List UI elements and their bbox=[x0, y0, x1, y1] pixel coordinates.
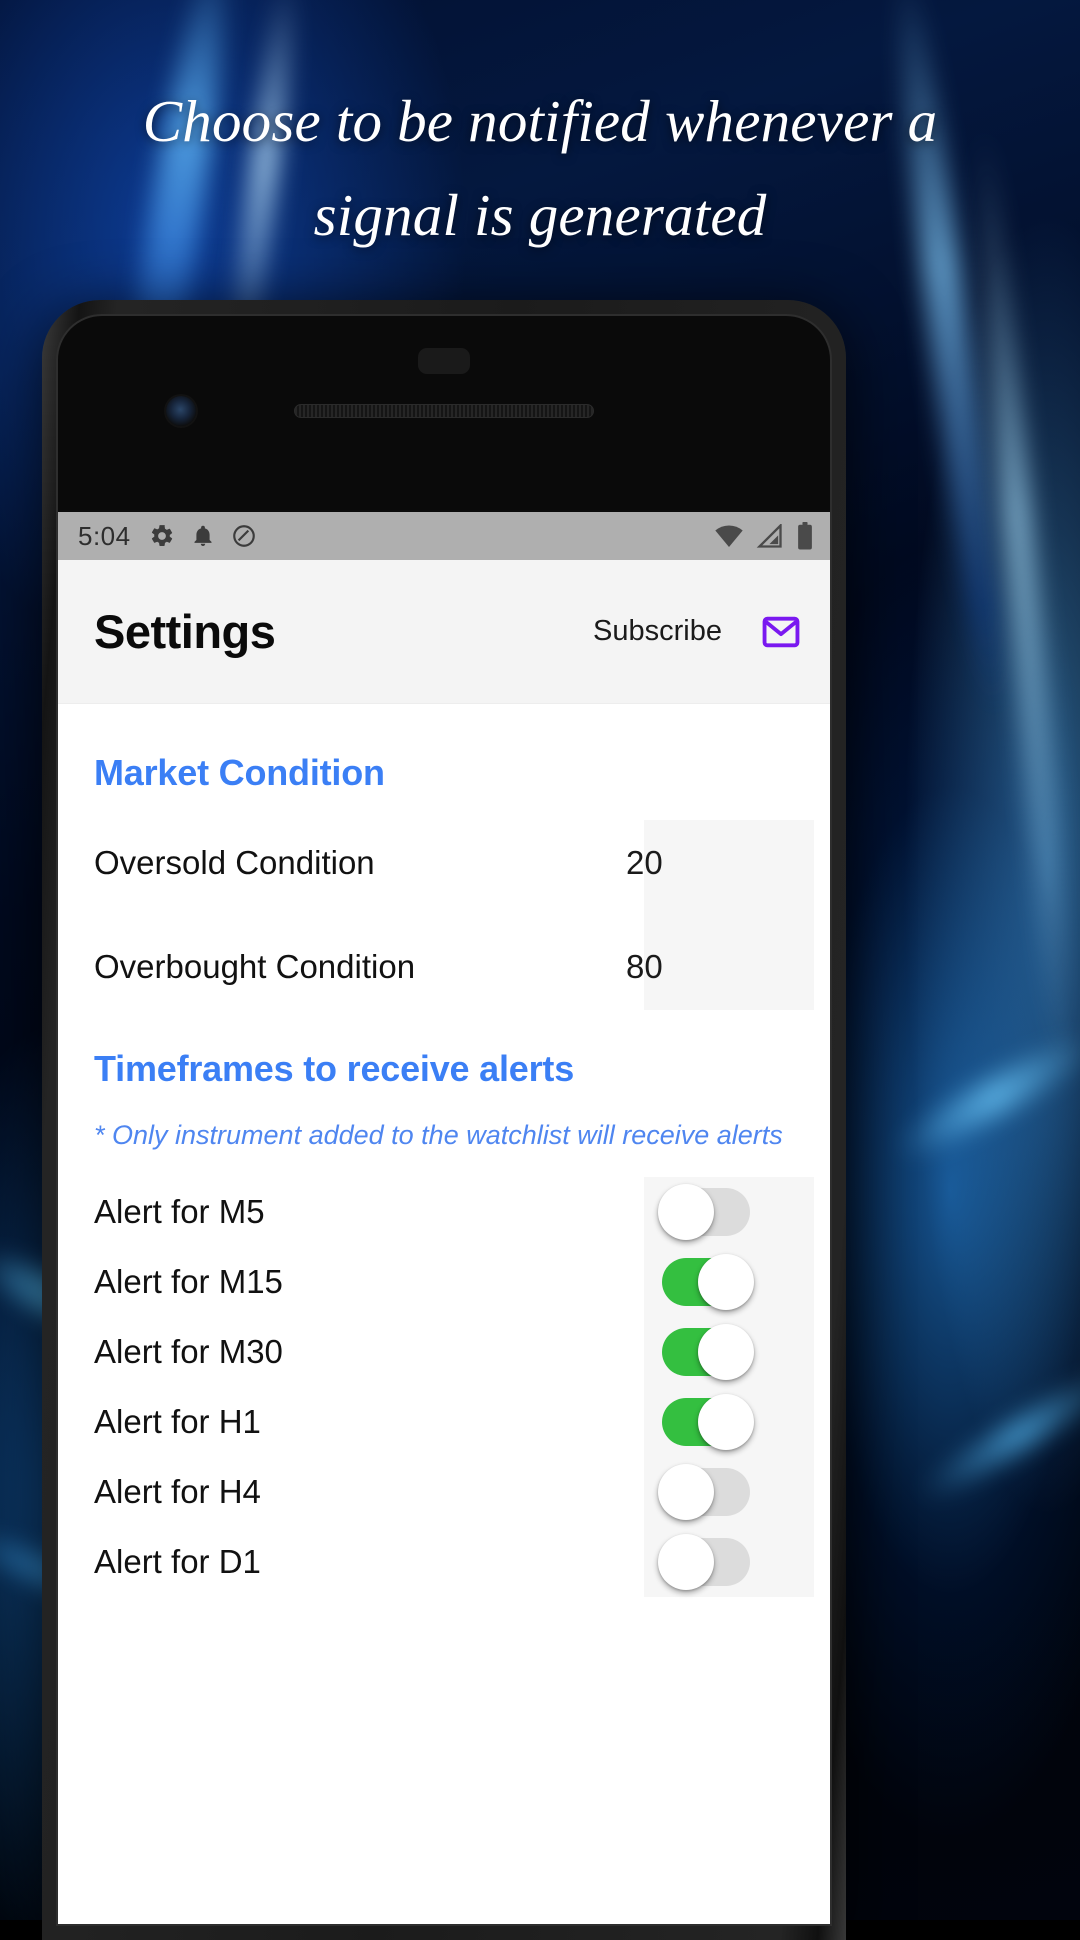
toggle-knob bbox=[658, 1464, 714, 1520]
alert-timeframe-rows: Alert for M5 Alert for M15 Alert for M30 bbox=[58, 1177, 830, 1597]
toggle-alert-h1[interactable] bbox=[662, 1394, 754, 1450]
table-row[interactable]: Oversold Condition 20 bbox=[58, 820, 830, 906]
status-bar-clock: 5:04 bbox=[78, 520, 131, 551]
watchlist-note: * Only instrument added to the watchlist… bbox=[94, 1120, 783, 1150]
oversold-condition-value[interactable]: 20 bbox=[624, 844, 794, 882]
toggle-alert-d1[interactable] bbox=[658, 1534, 750, 1590]
do-not-disturb-icon bbox=[231, 523, 257, 549]
gear-icon bbox=[149, 523, 175, 549]
section-title-market-condition: Market Condition bbox=[94, 752, 385, 793]
proximity-sensor-icon bbox=[418, 348, 470, 374]
toggle-alert-h4[interactable] bbox=[658, 1464, 750, 1520]
toggle-knob bbox=[658, 1534, 714, 1590]
section-title-timeframes: Timeframes to receive alerts bbox=[94, 1048, 575, 1089]
toggle-knob bbox=[698, 1254, 754, 1310]
list-item[interactable]: Alert for M30 bbox=[58, 1317, 830, 1387]
toggle-alert-m15[interactable] bbox=[662, 1254, 754, 1310]
toggle-alert-m30[interactable] bbox=[662, 1324, 754, 1380]
battery-icon bbox=[796, 522, 814, 550]
toggle-knob bbox=[698, 1324, 754, 1380]
list-item[interactable]: Alert for M15 bbox=[58, 1247, 830, 1317]
alert-label-h4: Alert for H4 bbox=[94, 1473, 261, 1510]
app-bar: Settings Subscribe bbox=[58, 560, 830, 704]
alert-label-m15: Alert for M15 bbox=[94, 1263, 283, 1300]
table-row[interactable]: Overbought Condition 80 bbox=[58, 924, 830, 1010]
background-light-streak bbox=[886, 1024, 1080, 1170]
toggle-knob bbox=[698, 1394, 754, 1450]
phone-bezel: 5:04 Settings Subscribe Market Condition… bbox=[56, 314, 832, 1926]
cellular-signal-icon bbox=[756, 524, 784, 548]
settings-content: Market Condition Oversold Condition 20 O… bbox=[58, 704, 830, 1597]
phone-mockup: 5:04 Settings Subscribe Market Condition… bbox=[42, 300, 846, 1940]
alert-label-m5: Alert for M5 bbox=[94, 1193, 265, 1230]
earpiece-speaker-icon bbox=[294, 404, 594, 418]
subscribe-button[interactable]: Subscribe bbox=[593, 615, 722, 648]
page-title: Settings bbox=[94, 605, 276, 658]
mail-icon[interactable] bbox=[760, 611, 802, 653]
front-camera-icon bbox=[166, 396, 196, 426]
alert-label-m30: Alert for M30 bbox=[94, 1333, 283, 1370]
overbought-condition-value[interactable]: 80 bbox=[624, 948, 794, 986]
alert-label-h1: Alert for H1 bbox=[94, 1403, 261, 1440]
promo-headline: Choose to be notified whenever a signal … bbox=[142, 88, 938, 248]
toggle-knob bbox=[658, 1184, 714, 1240]
status-bar: 5:04 bbox=[58, 512, 830, 560]
list-item[interactable]: Alert for M5 bbox=[58, 1177, 830, 1247]
list-item[interactable]: Alert for D1 bbox=[58, 1527, 830, 1597]
list-item[interactable]: Alert for H1 bbox=[58, 1387, 830, 1457]
background-light-streak bbox=[910, 1358, 1080, 1510]
row-label: Overbought Condition bbox=[94, 948, 416, 985]
row-label: Oversold Condition bbox=[94, 844, 375, 881]
toggle-alert-m5[interactable] bbox=[658, 1184, 750, 1240]
list-item[interactable]: Alert for H4 bbox=[58, 1457, 830, 1527]
wifi-icon bbox=[714, 524, 744, 548]
phone-screen: 5:04 Settings Subscribe Market Condition… bbox=[58, 512, 830, 1924]
market-condition-rows: Oversold Condition 20 Overbought Conditi… bbox=[58, 820, 830, 1010]
alert-label-d1: Alert for D1 bbox=[94, 1543, 261, 1580]
bell-icon bbox=[191, 523, 215, 549]
row-gap bbox=[58, 906, 830, 924]
